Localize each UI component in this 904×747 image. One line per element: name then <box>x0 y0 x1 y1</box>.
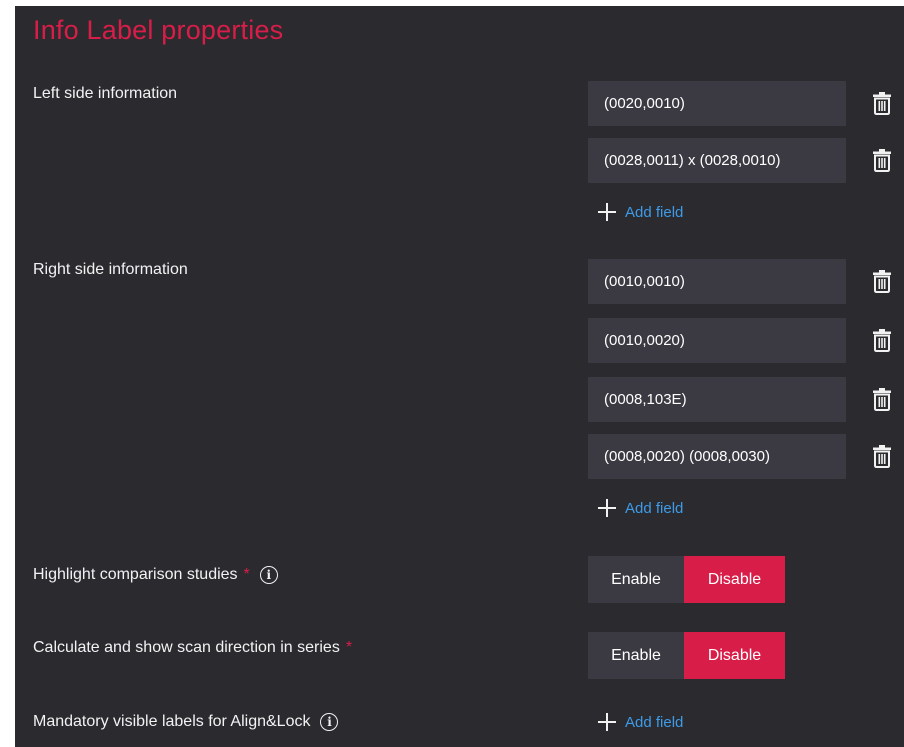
align-lock-label: Mandatory visible labels for Align&Lock … <box>33 713 339 731</box>
right-side-label-text: Right side information <box>33 261 188 278</box>
highlight-disable-button[interactable]: Disable <box>684 556 785 603</box>
plus-icon <box>598 203 616 221</box>
left-field-2[interactable]: (0028,0011) x (0028,0010) <box>588 138 846 183</box>
trash-icon[interactable] <box>872 148 892 172</box>
plus-icon <box>598 713 616 731</box>
align-lock-text: Mandatory visible labels for Align&Lock <box>33 713 311 730</box>
highlight-comparison-text: Highlight comparison studies <box>33 566 238 583</box>
add-field-label: Add field <box>625 713 684 731</box>
info-label-properties-panel: Info Label properties Left side informat… <box>15 6 904 747</box>
left-add-field-button[interactable]: Add field <box>598 200 683 224</box>
right-field-3[interactable]: (0008,103E) <box>588 377 846 422</box>
scan-direction-text: Calculate and show scan direction in ser… <box>33 639 340 656</box>
highlight-enable-button[interactable]: Enable <box>588 556 684 603</box>
align-lock-add-field-button[interactable]: Add field <box>598 710 683 734</box>
section-title: Info Label properties <box>33 15 284 45</box>
plus-icon <box>598 499 616 517</box>
highlight-comparison-label: Highlight comparison studies * i <box>33 566 278 584</box>
right-add-field-button[interactable]: Add field <box>598 496 683 520</box>
left-field-1[interactable]: (0020,0010) <box>588 81 846 126</box>
trash-icon[interactable] <box>872 269 892 293</box>
scan-direction-toggle: Enable Disable <box>588 632 785 679</box>
right-side-label: Right side information <box>33 261 188 279</box>
trash-icon[interactable] <box>872 444 892 468</box>
right-field-2[interactable]: (0010,0020) <box>588 318 846 363</box>
trash-icon[interactable] <box>872 91 892 115</box>
info-icon[interactable]: i <box>320 713 339 731</box>
scan-direction-disable-button[interactable]: Disable <box>684 632 785 679</box>
add-field-label: Add field <box>625 499 684 517</box>
scan-direction-enable-button[interactable]: Enable <box>588 632 684 679</box>
right-field-4[interactable]: (0008,0020) (0008,0030) <box>588 434 846 479</box>
scan-direction-label: Calculate and show scan direction in ser… <box>33 639 352 657</box>
left-side-label-text: Left side information <box>33 85 178 102</box>
required-asterisk: * <box>345 639 353 656</box>
left-side-label: Left side information <box>33 85 177 103</box>
info-icon[interactable]: i <box>259 566 278 584</box>
required-asterisk: * <box>243 566 250 583</box>
highlight-comparison-toggle: Enable Disable <box>588 556 785 603</box>
add-field-label: Add field <box>625 203 684 221</box>
trash-icon[interactable] <box>872 328 892 352</box>
trash-icon[interactable] <box>872 387 892 411</box>
right-field-1[interactable]: (0010,0010) <box>588 259 846 304</box>
